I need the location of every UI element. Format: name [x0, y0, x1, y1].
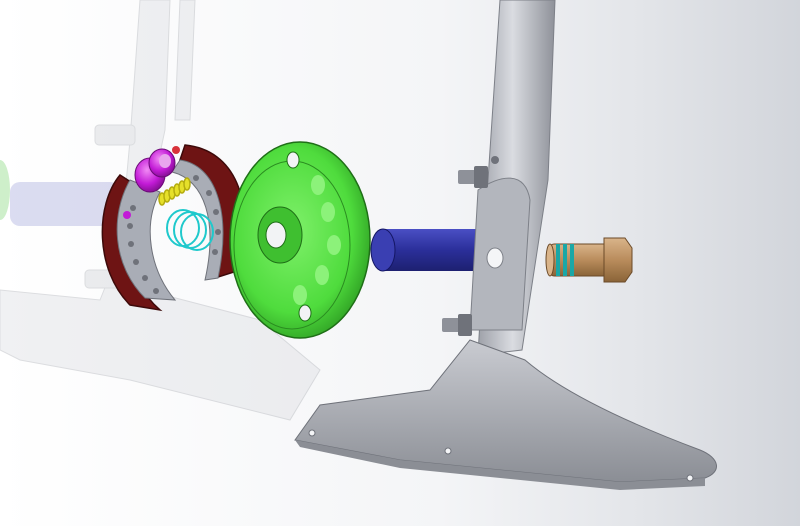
mount-stud-lower [442, 314, 472, 336]
frame-leg[interactable] [442, 0, 556, 356]
return-spring-cyan[interactable] [166, 209, 214, 251]
hub-backing-plate[interactable] [229, 141, 371, 339]
assembly-3d-scene[interactable] [0, 0, 800, 526]
mount-stud-upper [458, 166, 488, 188]
foot-plate[interactable] [294, 339, 717, 490]
cad-viewport[interactable] [0, 0, 800, 526]
axle-bolt[interactable] [545, 237, 633, 283]
